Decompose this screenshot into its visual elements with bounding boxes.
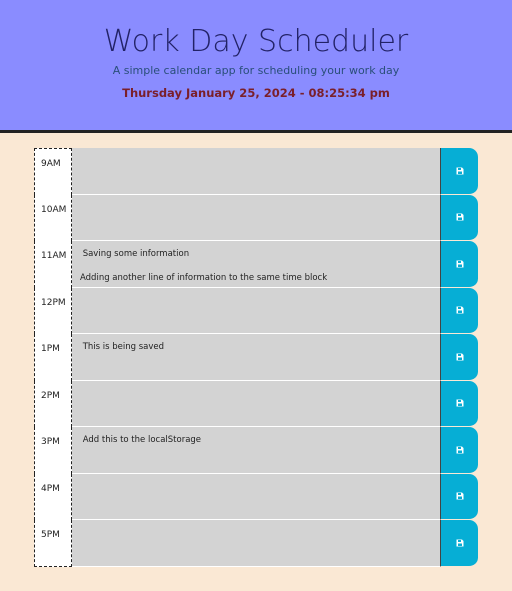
floppy-disk-icon <box>456 539 463 547</box>
description-textarea[interactable] <box>72 473 441 520</box>
save-button[interactable] <box>441 380 478 427</box>
description-textarea[interactable]: This is being saved <box>72 334 441 381</box>
schedule-container: 9AM 10AM 11AM Saving some information Ad… <box>34 148 478 567</box>
save-button[interactable] <box>441 287 478 334</box>
time-block: 3PM Add this to the localStorage <box>34 427 478 474</box>
time-block: 2PM <box>34 380 478 427</box>
description-textarea[interactable] <box>72 287 441 334</box>
hour-label: 10AM <box>34 194 72 241</box>
floppy-disk-icon <box>456 353 463 361</box>
save-button[interactable] <box>441 194 478 241</box>
save-button[interactable] <box>441 473 478 520</box>
hour-label: 4PM <box>34 473 72 520</box>
save-button[interactable] <box>441 520 478 567</box>
time-block: 9AM <box>34 148 478 195</box>
hour-label: 11AM <box>34 241 72 288</box>
page-subtitle: A simple calendar app for scheduling you… <box>112 64 400 77</box>
hour-label: 5PM <box>34 520 72 567</box>
time-block: 4PM <box>34 473 478 520</box>
description-textarea[interactable] <box>72 148 441 195</box>
page-title: Work Day Scheduler <box>103 24 409 59</box>
save-button[interactable] <box>441 334 478 381</box>
floppy-disk-icon <box>456 492 463 500</box>
time-block: 11AM Saving some information Adding anot… <box>34 241 478 288</box>
hour-label: 3PM <box>34 427 72 474</box>
hour-label: 12PM <box>34 287 72 334</box>
time-block: 5PM <box>34 520 478 567</box>
save-button[interactable] <box>441 241 478 288</box>
save-button[interactable] <box>441 427 478 474</box>
floppy-disk-icon <box>456 306 463 314</box>
floppy-disk-icon <box>456 167 463 175</box>
time-block: 12PM <box>34 287 478 334</box>
floppy-disk-icon <box>456 213 463 221</box>
description-textarea[interactable]: Saving some information Adding another l… <box>72 241 441 288</box>
floppy-disk-icon <box>456 446 463 454</box>
description-textarea[interactable] <box>72 194 441 241</box>
hour-label: 9AM <box>34 148 72 195</box>
hour-label: 1PM <box>34 334 72 381</box>
time-block: 1PM This is being saved <box>34 334 478 381</box>
description-textarea[interactable]: Add this to the localStorage <box>72 427 441 474</box>
save-button[interactable] <box>441 148 478 195</box>
time-block: 10AM <box>34 194 478 241</box>
current-day: Thursday January 25, 2024 - 08:25:34 pm <box>122 86 390 100</box>
description-textarea[interactable] <box>72 520 441 567</box>
hour-label: 2PM <box>34 380 72 427</box>
floppy-disk-icon <box>456 399 463 407</box>
floppy-disk-icon <box>456 260 463 268</box>
header: Work Day Scheduler A simple calendar app… <box>0 0 512 133</box>
description-textarea[interactable] <box>72 380 441 427</box>
